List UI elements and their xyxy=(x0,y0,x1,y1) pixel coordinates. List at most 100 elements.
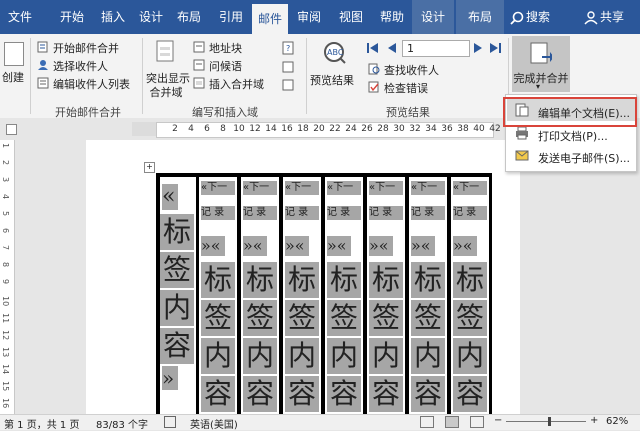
next-record-field: «下一 xyxy=(201,181,235,195)
preview-results-icon: ABC xyxy=(324,42,346,64)
tab-layout[interactable]: 布局 xyxy=(172,0,206,34)
preview-results-button[interactable]: 预览结果 xyxy=(310,72,354,88)
tab-selector-icon[interactable] xyxy=(6,124,17,135)
zoom-in-icon[interactable]: + xyxy=(590,415,598,426)
start-merge-button[interactable]: 开始邮件合并 xyxy=(53,40,119,56)
web-layout-icon[interactable] xyxy=(470,416,484,428)
check-errors-button[interactable]: 检查错误 xyxy=(384,80,428,96)
vertical-ruler-tick-label: 16 xyxy=(1,398,10,409)
label-character: 标 xyxy=(453,262,487,298)
find-recipient-icon xyxy=(368,63,380,75)
vertical-ruler-tick-label: 12 xyxy=(1,330,10,341)
edit-recipients-button[interactable]: 编辑收件人列表 xyxy=(53,76,130,92)
create-icon xyxy=(4,42,24,66)
tab-table-layout[interactable]: 布局 xyxy=(456,0,504,34)
label-character: 签 xyxy=(201,300,235,336)
merge-field-marker: »« xyxy=(285,236,309,256)
table-move-handle[interactable]: + xyxy=(144,162,155,173)
label-character: 容 xyxy=(201,376,235,412)
label-character: 容 xyxy=(160,328,194,364)
next-record-icon[interactable] xyxy=(472,42,484,54)
search-box[interactable]: 搜索 xyxy=(526,0,556,34)
zoom-slider-thumb[interactable] xyxy=(548,417,551,426)
next-record-field: «下一 xyxy=(369,181,403,195)
share-button[interactable]: 共享 xyxy=(600,0,630,34)
address-block-icon xyxy=(193,41,205,53)
next-record-field: «下一 xyxy=(285,181,319,195)
tab-help[interactable]: 帮助 xyxy=(374,0,410,34)
tab-mailings[interactable]: 邮件 xyxy=(252,4,288,34)
merge-field-marker: »« xyxy=(327,236,351,256)
label-character: 标 xyxy=(411,262,445,298)
tab-review[interactable]: 审阅 xyxy=(292,0,326,34)
label-character: 内 xyxy=(369,338,403,374)
read-mode-icon[interactable] xyxy=(420,416,434,428)
label-character: 内 xyxy=(453,338,487,374)
tab-table-design[interactable]: 设计 xyxy=(412,0,454,34)
previous-record-icon[interactable] xyxy=(386,42,398,54)
label-character: 签 xyxy=(160,252,194,288)
next-record-field-text: 记 录 xyxy=(453,206,487,220)
insert-merge-field-button[interactable]: 插入合并域 xyxy=(209,76,264,92)
svg-text:ABC: ABC xyxy=(327,48,344,57)
first-record-icon[interactable] xyxy=(366,42,380,54)
menu-item-send-email[interactable]: 发送电子邮件(S)... xyxy=(538,150,630,166)
select-recipients-icon xyxy=(38,60,48,70)
vertical-ruler-tick-label: 6 xyxy=(1,228,10,234)
edit-recipients-icon xyxy=(37,77,49,89)
vertical-ruler-tick-label: 1 xyxy=(1,143,10,149)
vertical-ruler-tick-label: 15 xyxy=(1,381,10,392)
next-record-field-text: 记 录 xyxy=(411,206,445,220)
label-character: 签 xyxy=(411,300,445,336)
status-bar: 第 1 页，共 1 页 83/83 个字 英语(美国) − + 62% xyxy=(0,414,640,431)
merge-field-marker: »« xyxy=(369,236,393,256)
proofing-icon[interactable] xyxy=(164,416,176,428)
vertical-ruler-tick-label: 14 xyxy=(1,364,10,375)
select-recipients-button[interactable]: 选择收件人 xyxy=(53,58,108,74)
zoom-out-icon[interactable]: − xyxy=(494,415,502,426)
next-record-field-text: 记 录 xyxy=(201,206,235,220)
find-recipient-button[interactable]: 查找收件人 xyxy=(384,62,439,78)
finish-merge-label[interactable]: 完成并合并 xyxy=(512,70,570,86)
address-block-button[interactable]: 地址块 xyxy=(209,40,242,56)
tab-insert[interactable]: 插入 xyxy=(96,0,130,34)
printer-icon xyxy=(516,126,528,140)
menu-item-print-documents[interactable]: 打印文档(P)... xyxy=(538,128,608,144)
label-character: 内 xyxy=(327,338,361,374)
tab-view[interactable]: 视图 xyxy=(334,0,368,34)
vertical-ruler-tick-label: 9 xyxy=(1,279,10,285)
next-record-field-text: 记 录 xyxy=(285,206,319,220)
next-record-field: «下一 xyxy=(453,181,487,195)
tab-home[interactable]: 开始 xyxy=(52,0,92,34)
zoom-slider[interactable] xyxy=(506,421,586,422)
vertical-ruler-tick-label: 7 xyxy=(1,245,10,251)
svg-text:?: ? xyxy=(286,44,290,53)
merge-field-open: « xyxy=(162,184,178,210)
chevron-down-icon[interactable]: ▾ xyxy=(536,82,540,91)
tab-design[interactable]: 设计 xyxy=(134,0,168,34)
highlight-annotation-box xyxy=(503,97,637,127)
create-button[interactable]: 创建 xyxy=(2,69,24,85)
last-record-icon[interactable] xyxy=(488,42,502,54)
record-number-input[interactable]: 1 xyxy=(402,40,470,57)
zoom-level[interactable]: 62% xyxy=(606,416,628,427)
label-character: 容 xyxy=(327,376,361,412)
tab-file[interactable]: 文件 xyxy=(0,0,40,34)
rules-icon: ? xyxy=(282,41,294,55)
label-character: 签 xyxy=(285,300,319,336)
label-character: 内 xyxy=(411,338,445,374)
start-merge-icon xyxy=(37,41,48,53)
merge-field-marker: »« xyxy=(201,236,225,256)
label-character: 标 xyxy=(327,262,361,298)
match-fields-icon xyxy=(282,61,294,73)
print-layout-icon[interactable] xyxy=(445,416,459,428)
vertical-ruler-tick-label: 13 xyxy=(1,347,10,358)
email-icon xyxy=(515,150,529,161)
tab-references[interactable]: 引用 xyxy=(214,0,248,34)
next-record-field: «下一 xyxy=(411,181,445,195)
highlight-fields-label2[interactable]: 合并域 xyxy=(146,84,186,100)
check-errors-icon xyxy=(368,81,379,93)
label-character: 容 xyxy=(285,376,319,412)
greeting-line-button[interactable]: 问候语 xyxy=(209,58,242,74)
label-character: 内 xyxy=(243,338,277,374)
